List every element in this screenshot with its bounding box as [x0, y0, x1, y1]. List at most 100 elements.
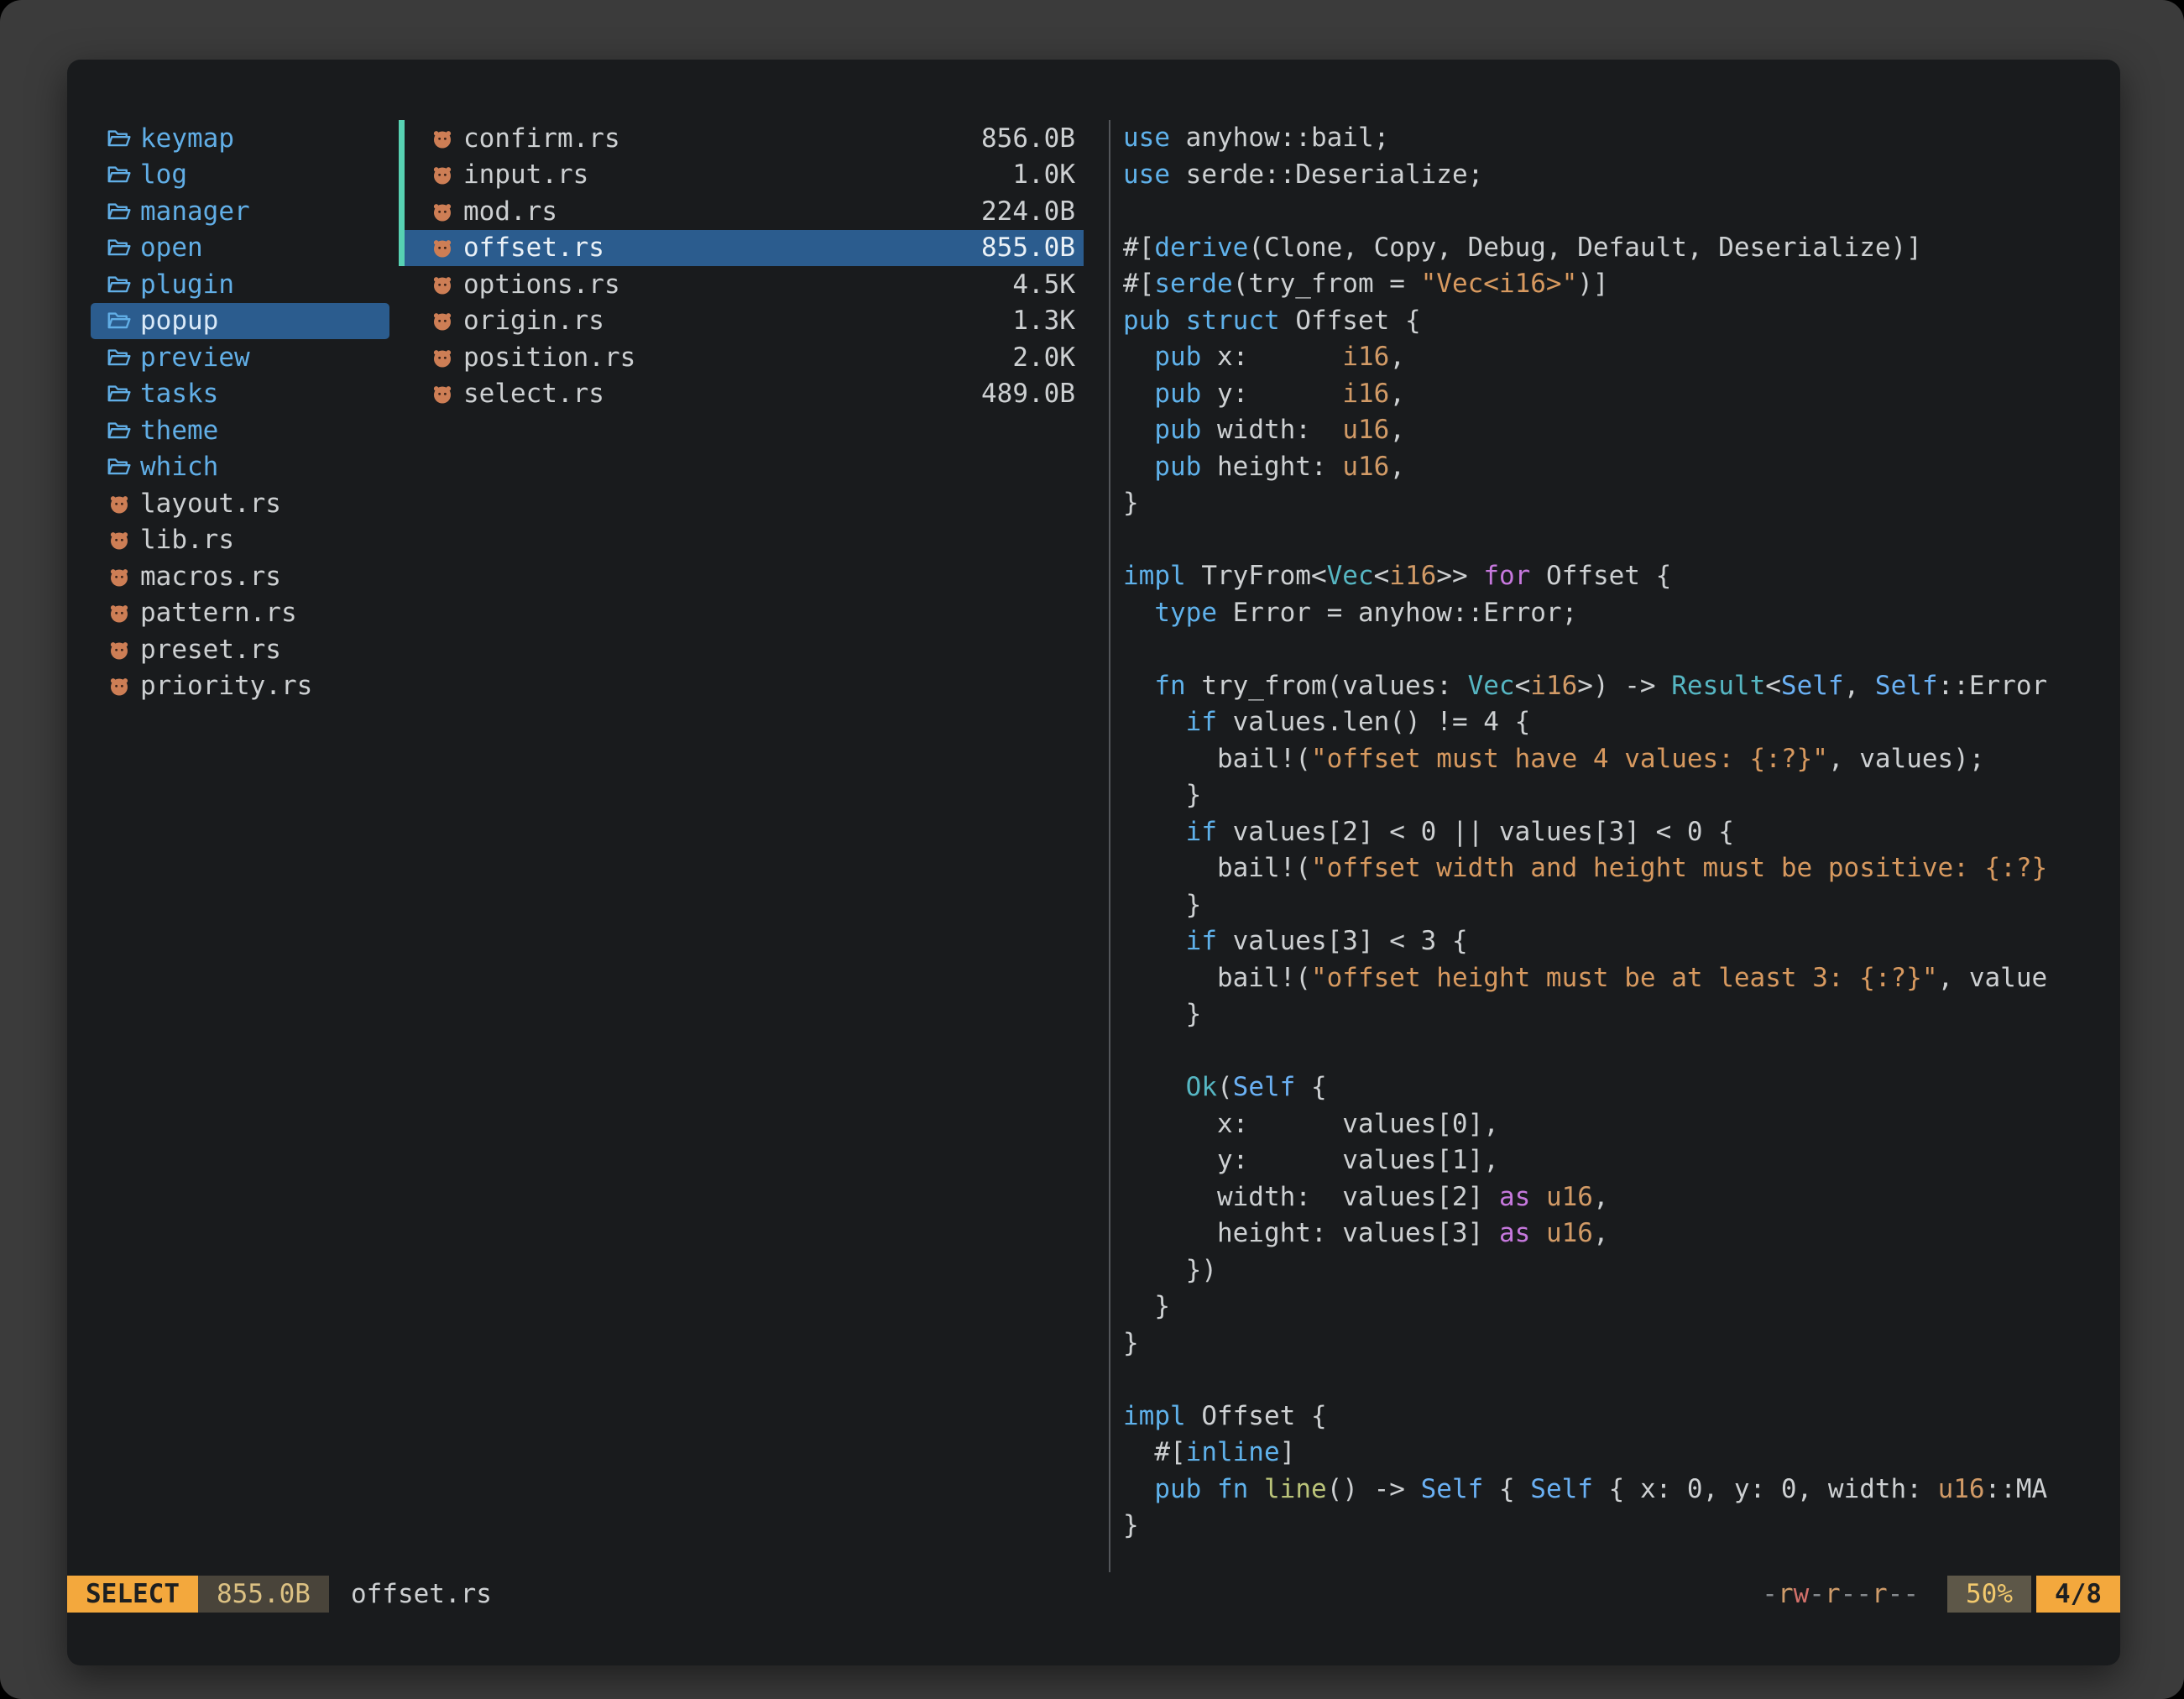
item-label: preset.rs — [140, 635, 281, 665]
code-line — [1123, 631, 2115, 668]
selection-marker — [399, 303, 405, 340]
parent-directory-pane: keymaplogmanageropenpluginpopuppreviewta… — [91, 120, 389, 704]
rust-file-icon — [430, 308, 455, 333]
file-row-input-rs[interactable]: input.rs 1.0K — [401, 157, 1084, 194]
code-line: use serde::Deserialize; — [1123, 157, 2115, 194]
sidebar-item-lib-rs[interactable]: lib.rs — [91, 522, 389, 559]
sidebar-item-keymap[interactable]: keymap — [91, 120, 389, 157]
code-line: pub x: i16, — [1123, 339, 2115, 376]
selection-marker — [399, 157, 405, 194]
code-line: pub y: i16, — [1123, 376, 2115, 413]
sidebar-item-pattern-rs[interactable]: pattern.rs — [91, 595, 389, 632]
sidebar-item-priority-rs[interactable]: priority.rs — [91, 668, 389, 705]
pane-divider — [1109, 120, 1110, 1572]
folder-icon — [107, 126, 132, 151]
file-size: 855.0B — [981, 233, 1075, 263]
rust-file-icon — [107, 527, 132, 552]
code-line: if values.len() != 4 { — [1123, 704, 2115, 741]
file-row-offset-rs[interactable]: offset.rs855.0B — [401, 230, 1084, 267]
sidebar-item-plugin[interactable]: plugin — [91, 266, 389, 303]
sidebar-item-preview[interactable]: preview — [91, 339, 389, 376]
sidebar-item-open[interactable]: open — [91, 230, 389, 267]
rust-file-icon — [107, 600, 132, 625]
sidebar-item-popup[interactable]: popup — [91, 303, 389, 340]
code-line: #[derive(Clone, Copy, Debug, Default, De… — [1123, 230, 2115, 267]
file-name: select.rs — [463, 379, 604, 409]
file-row-mod-rs[interactable]: mod.rs224.0B — [401, 193, 1084, 230]
rust-file-icon — [107, 637, 132, 662]
folder-icon — [107, 272, 132, 297]
code-line: width: values[2] as u16, — [1123, 1179, 2115, 1216]
rust-file-icon — [430, 126, 455, 151]
code-line: #[inline] — [1123, 1435, 2115, 1472]
file-row-origin-rs[interactable]: origin.rs1.3K — [401, 303, 1084, 340]
sidebar-item-layout-rs[interactable]: layout.rs — [91, 485, 389, 522]
code-line — [1123, 522, 2115, 559]
rust-file-icon — [430, 199, 455, 224]
folder-icon — [107, 345, 132, 370]
sidebar-item-macros-rs[interactable]: macros.rs — [91, 558, 389, 595]
code-line: fn try_from(values: Vec<i16>) -> Result<… — [1123, 668, 2115, 705]
code-line: }) — [1123, 1252, 2115, 1289]
item-label: keymap — [140, 123, 234, 154]
code-line — [1123, 1362, 2115, 1398]
rust-file-icon — [107, 673, 132, 698]
file-size: 4.5K — [1012, 269, 1075, 300]
code-line: pub height: u16, — [1123, 449, 2115, 486]
permissions: -rw-r--r-- — [1762, 1579, 1919, 1609]
selection-marker — [399, 120, 405, 157]
file-size: 2.0K — [1012, 342, 1075, 373]
rust-file-icon — [107, 564, 132, 589]
status-filename: offset.rs — [351, 1579, 492, 1609]
code-line: bail!("offset height must be at least 3:… — [1123, 960, 2115, 997]
file-name: mod.rs — [463, 196, 557, 227]
sidebar-item-tasks[interactable]: tasks — [91, 376, 389, 413]
file-name: input.rs — [463, 159, 588, 190]
file-size: 856.0B — [981, 123, 1075, 154]
current-directory-pane: confirm.rs 856.0B input.rs 1.0Kmod.rs224.0B… — [401, 120, 1084, 412]
folder-icon — [107, 381, 132, 406]
code-line: } — [1123, 485, 2115, 522]
sidebar-item-theme[interactable]: theme — [91, 412, 389, 449]
code-line — [1123, 193, 2115, 230]
file-size-badge: 855.0B — [198, 1576, 329, 1613]
cursor-position-badge: 4/8 — [2036, 1576, 2120, 1613]
sidebar-item-log[interactable]: log — [91, 157, 389, 194]
file-name: origin.rs — [463, 306, 604, 336]
item-label: pattern.rs — [140, 598, 297, 628]
code-line: y: values[1], — [1123, 1142, 2115, 1179]
code-line: x: values[0], — [1123, 1106, 2115, 1143]
sidebar-item-manager[interactable]: manager — [91, 193, 389, 230]
file-name: position.rs — [463, 342, 635, 373]
item-label: popup — [140, 306, 218, 336]
sidebar-item-preset-rs[interactable]: preset.rs — [91, 631, 389, 668]
code-line — [1123, 1033, 2115, 1070]
file-row-confirm-rs[interactable]: confirm.rs 856.0B — [401, 120, 1084, 157]
item-label: priority.rs — [140, 671, 312, 701]
item-label: tasks — [140, 379, 218, 409]
file-size: 1.0K — [1012, 159, 1075, 190]
rust-file-icon — [430, 381, 455, 406]
selection-marker — [399, 376, 405, 413]
code-line: impl TryFrom<Vec<i16>> for Offset { — [1123, 558, 2115, 595]
item-label: which — [140, 452, 218, 482]
folder-icon — [107, 199, 132, 224]
selection-marker — [399, 339, 405, 376]
code-line: Ok(Self { — [1123, 1069, 2115, 1106]
status-bar: SELECT 855.0B offset.rs -rw-r--r-- 50% 4… — [67, 1576, 2120, 1613]
mode-badge: SELECT — [67, 1576, 198, 1613]
file-row-position-rs[interactable]: position.rs 2.0K — [401, 339, 1084, 376]
file-row-options-rs[interactable]: options.rs4.5K — [401, 266, 1084, 303]
item-label: lib.rs — [140, 525, 234, 555]
file-name: confirm.rs — [463, 123, 620, 154]
code-line: } — [1123, 1508, 2115, 1545]
sidebar-item-which[interactable]: which — [91, 449, 389, 486]
folder-icon — [107, 454, 132, 479]
code-line: #[serde(try_from = "Vec<i16>")] — [1123, 266, 2115, 303]
code-line: pub width: u16, — [1123, 412, 2115, 449]
code-line: } — [1123, 777, 2115, 814]
code-line: } — [1123, 887, 2115, 924]
item-label: theme — [140, 416, 218, 446]
file-row-select-rs[interactable]: select.rs489.0B — [401, 376, 1084, 413]
file-preview-pane: use anyhow::bail;use serde::Deserialize;… — [1123, 120, 2115, 1545]
